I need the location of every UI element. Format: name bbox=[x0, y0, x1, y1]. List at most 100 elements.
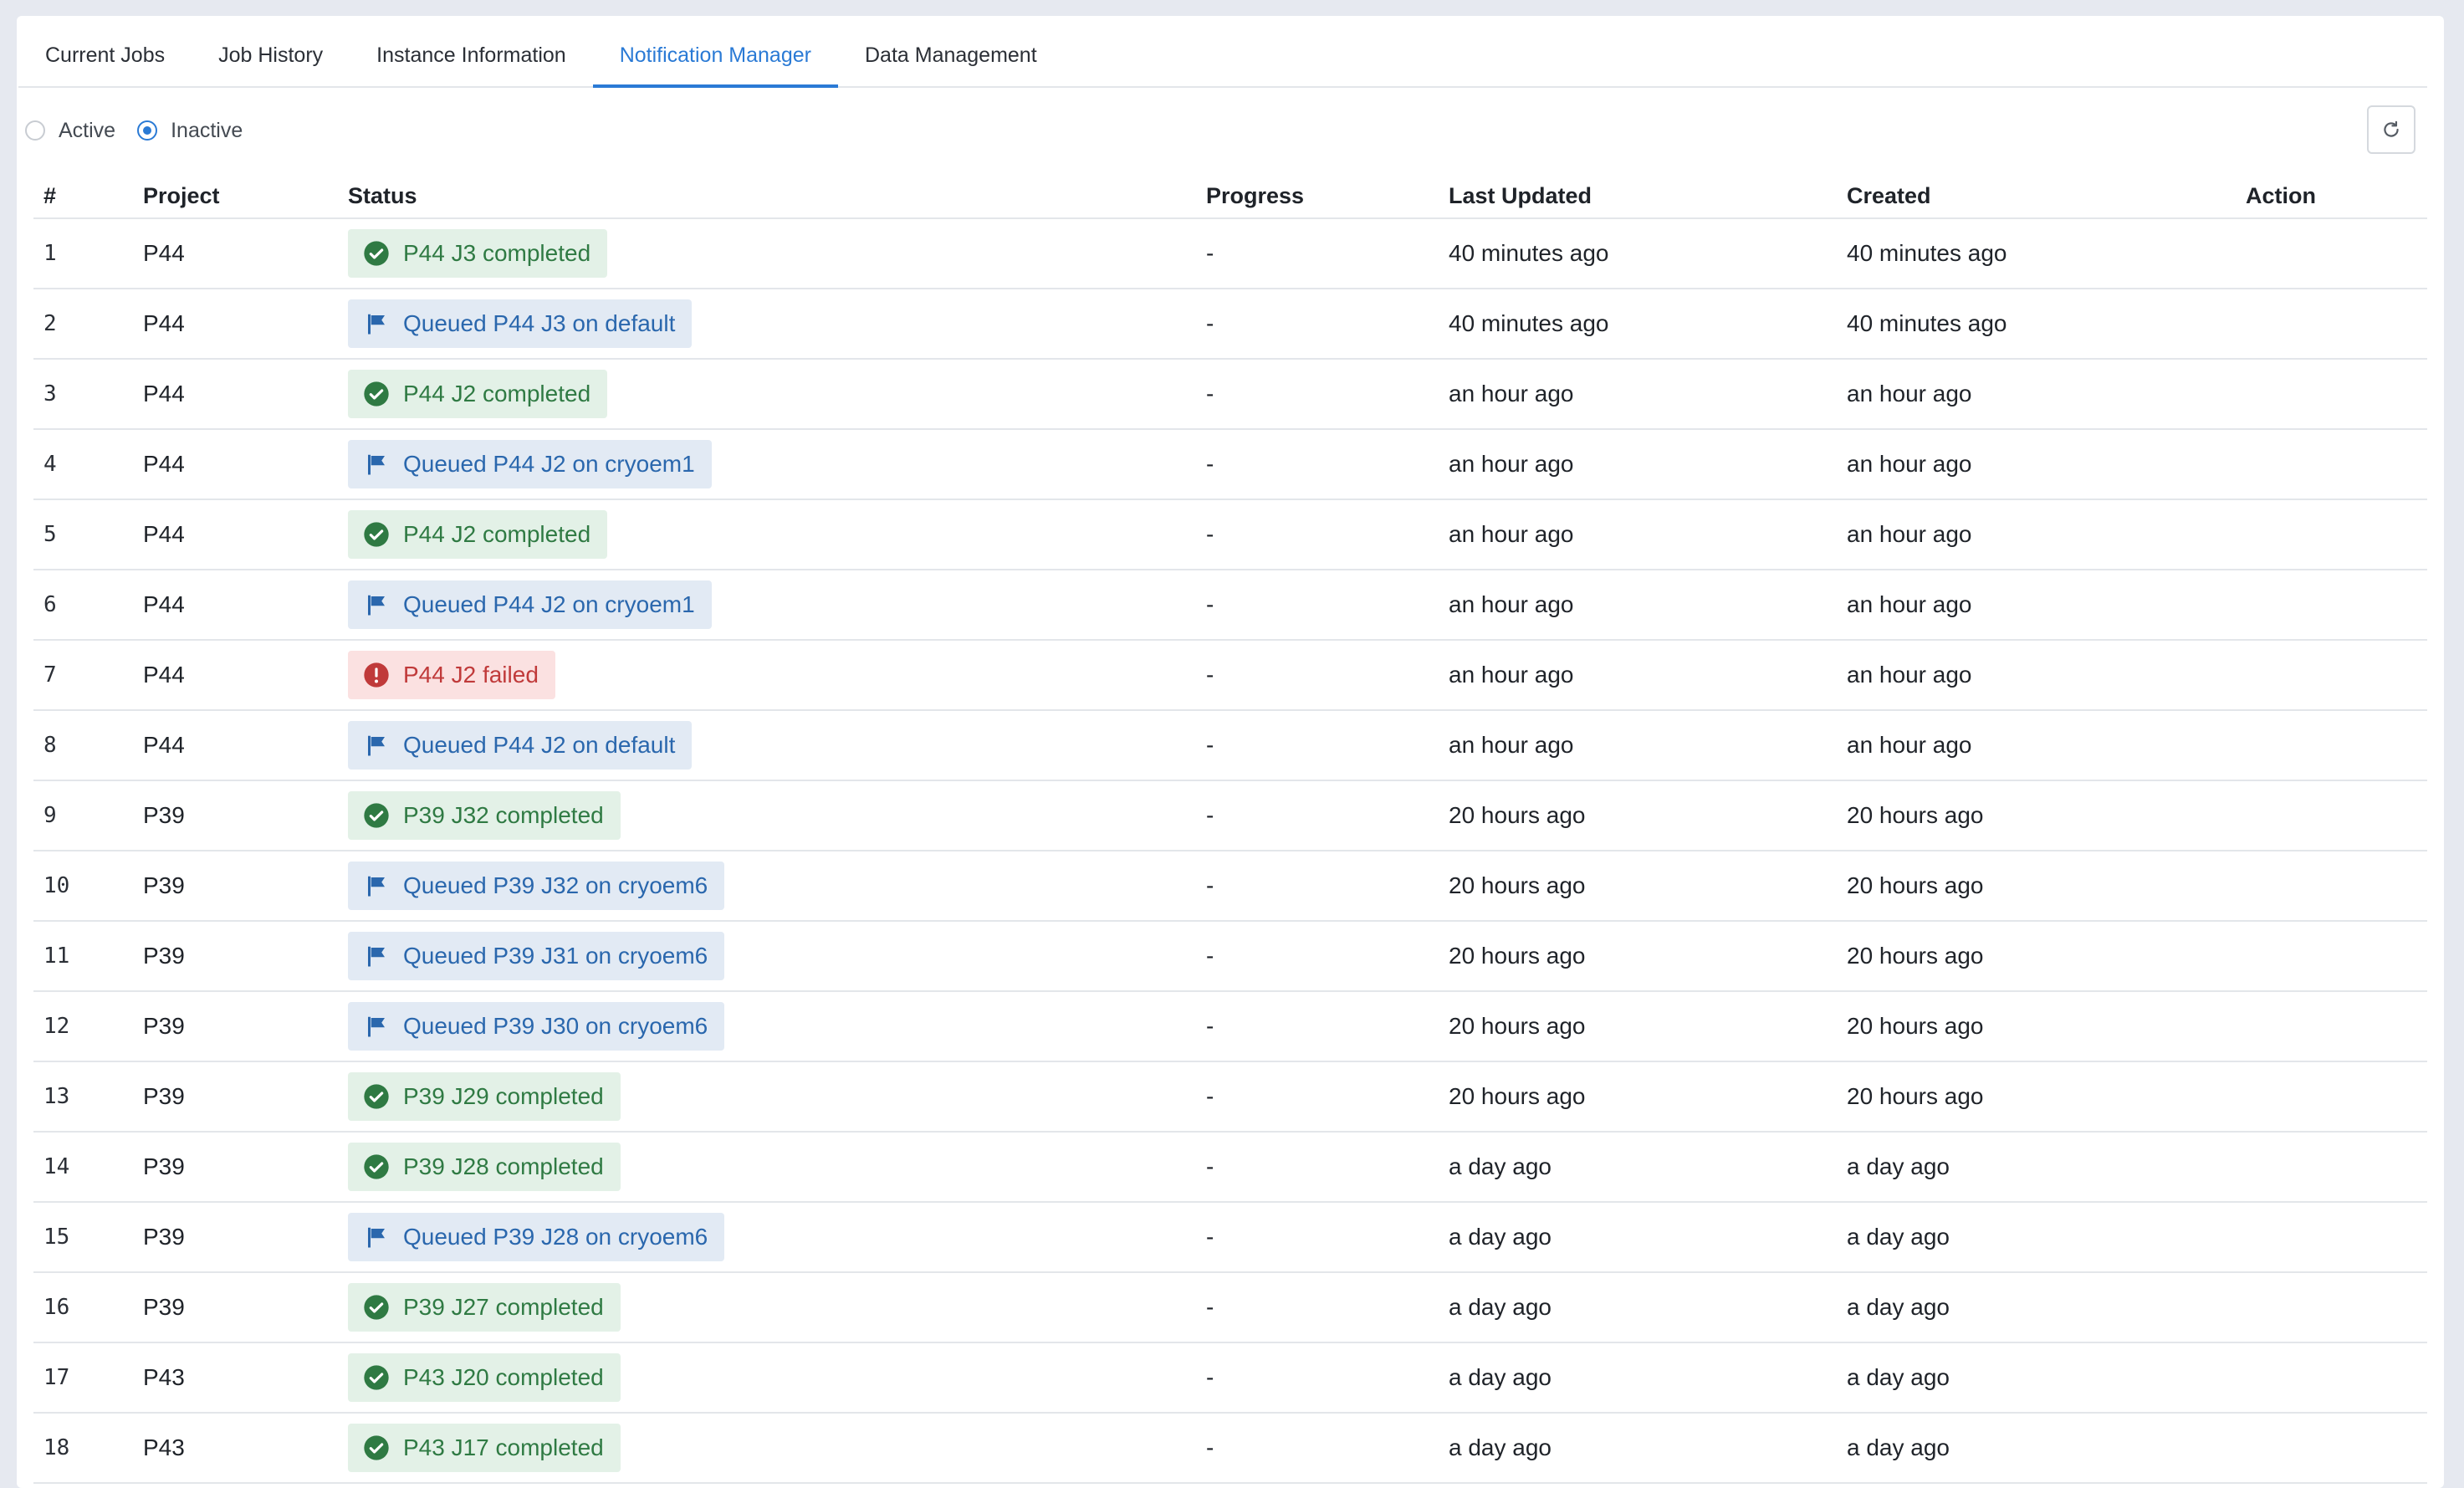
status-text: Queued P44 J2 on default bbox=[403, 732, 676, 758]
status-badge: Queued P44 J2 on cryoem1 bbox=[348, 440, 712, 488]
row-last-updated: 20 hours ago bbox=[1449, 943, 1586, 969]
status-text: P44 J2 completed bbox=[403, 521, 591, 547]
row-progress: - bbox=[1206, 1083, 1214, 1109]
row-status: Queued P39 J28 on cryoem6 bbox=[348, 1203, 725, 1271]
row-status: Queued P44 J2 on default bbox=[348, 711, 693, 780]
row-project: P39 bbox=[143, 802, 185, 828]
row-created: 20 hours ago bbox=[1847, 943, 1984, 969]
row-progress: - bbox=[1206, 1153, 1214, 1179]
flag-icon bbox=[363, 872, 390, 899]
tab-job-history[interactable]: Job History bbox=[192, 25, 350, 86]
status-badge: P44 J2 completed bbox=[348, 370, 608, 418]
row-project: P43 bbox=[143, 1434, 185, 1460]
row-progress: - bbox=[1206, 872, 1214, 898]
table-row: 12 P39 Queued P39 J30 on cryoem6 - 20 hours … bbox=[33, 992, 2427, 1062]
row-last-updated: a day ago bbox=[1449, 1364, 1552, 1390]
row-project: P44 bbox=[143, 381, 185, 407]
row-status: P44 J2 completed bbox=[348, 360, 608, 428]
flag-icon bbox=[363, 943, 390, 969]
refresh-button[interactable] bbox=[2367, 105, 2415, 154]
tab-current-jobs[interactable]: Current Jobs bbox=[18, 25, 192, 86]
status-badge: P43 J20 completed bbox=[348, 1353, 621, 1402]
radio-inactive[interactable]: Inactive bbox=[137, 119, 243, 143]
radio-active[interactable]: Active bbox=[25, 119, 115, 143]
row-project: P44 bbox=[143, 310, 185, 336]
row-progress: - bbox=[1206, 732, 1214, 758]
table-row: 11 P39 Queued P39 J31 on cryoem6 - 20 hours … bbox=[33, 922, 2427, 992]
row-progress: - bbox=[1206, 802, 1214, 828]
row-project: P39 bbox=[143, 872, 185, 898]
row-last-updated: a day ago bbox=[1449, 1434, 1552, 1460]
row-number: 8 bbox=[43, 733, 57, 758]
status-badge: P39 J32 completed bbox=[348, 791, 621, 840]
row-created: an hour ago bbox=[1847, 451, 1972, 477]
row-created: a day ago bbox=[1847, 1224, 1950, 1250]
row-status: P43 J17 completed bbox=[348, 1414, 621, 1482]
col-header-action: Action bbox=[2246, 182, 2316, 208]
tab-data-management[interactable]: Data Management bbox=[838, 25, 1064, 86]
flag-icon bbox=[363, 310, 390, 337]
status-text: P43 J20 completed bbox=[403, 1364, 604, 1390]
row-project: P44 bbox=[143, 662, 185, 688]
row-last-updated: an hour ago bbox=[1449, 451, 1574, 477]
row-project: P43 bbox=[143, 1364, 185, 1390]
status-badge: P39 J28 completed bbox=[348, 1143, 621, 1191]
row-progress: - bbox=[1206, 662, 1214, 688]
row-status: P39 J29 completed bbox=[348, 1062, 621, 1131]
status-text: P39 J28 completed bbox=[403, 1153, 604, 1179]
row-progress: - bbox=[1206, 381, 1214, 407]
row-project: P44 bbox=[143, 451, 185, 477]
status-text: P44 J2 completed bbox=[403, 381, 591, 407]
check-circle-icon bbox=[363, 1364, 390, 1391]
row-number: 12 bbox=[43, 1014, 70, 1039]
table-row: 2 P44 Queued P44 J3 on default - 40 minutes … bbox=[33, 289, 2427, 360]
flag-icon bbox=[363, 1013, 390, 1040]
status-badge: Queued P44 J2 on default bbox=[348, 721, 693, 770]
row-last-updated: an hour ago bbox=[1449, 662, 1574, 688]
row-last-updated: 20 hours ago bbox=[1449, 1013, 1586, 1039]
status-text: Queued P39 J28 on cryoem6 bbox=[403, 1224, 708, 1250]
row-progress: - bbox=[1206, 591, 1214, 617]
check-circle-icon bbox=[363, 1083, 390, 1110]
status-badge: P44 J2 completed bbox=[348, 510, 608, 559]
flag-icon bbox=[363, 591, 390, 618]
table-row: 7 P44 P44 J2 failed - an hour ago an hour ago bbox=[33, 641, 2427, 711]
check-circle-icon bbox=[363, 240, 390, 267]
table-header: # Project Status Progress Last Updated C… bbox=[33, 174, 2427, 219]
row-progress: - bbox=[1206, 240, 1214, 266]
radio-active-label: Active bbox=[59, 118, 116, 142]
radio-inactive-dot[interactable] bbox=[137, 120, 158, 141]
status-badge: P44 J3 completed bbox=[348, 229, 608, 278]
row-created: 20 hours ago bbox=[1847, 872, 1984, 898]
notifications-table: # Project Status Progress Last Updated C… bbox=[33, 174, 2427, 1484]
row-last-updated: an hour ago bbox=[1449, 381, 1574, 407]
table-row: 10 P39 Queued P39 J32 on cryoem6 - 20 hours … bbox=[33, 851, 2427, 922]
radio-active-dot[interactable] bbox=[25, 120, 45, 141]
row-project: P44 bbox=[143, 591, 185, 617]
tab-notification-manager[interactable]: Notification Manager bbox=[592, 25, 839, 88]
row-number: 10 bbox=[43, 873, 70, 898]
row-number: 15 bbox=[43, 1225, 70, 1250]
table-row: 17 P43 P43 J20 completed - a day ago a day ag… bbox=[33, 1343, 2427, 1414]
col-header-progress: Progress bbox=[1206, 182, 1305, 208]
row-number: 3 bbox=[43, 381, 57, 407]
row-status: Queued P39 J31 on cryoem6 bbox=[348, 922, 725, 990]
row-created: a day ago bbox=[1847, 1294, 1950, 1320]
table-row: 6 P44 Queued P44 J2 on cryoem1 - an hour ago… bbox=[33, 570, 2427, 641]
status-badge: P39 J29 completed bbox=[348, 1072, 621, 1121]
refresh-icon bbox=[2384, 120, 2399, 137]
row-status: P39 J28 completed bbox=[348, 1133, 621, 1201]
col-header-last-updated: Last Updated bbox=[1449, 182, 1592, 208]
row-project: P44 bbox=[143, 732, 185, 758]
check-circle-icon bbox=[363, 521, 390, 548]
row-project: P39 bbox=[143, 1013, 185, 1039]
table-row: 16 P39 P39 J27 completed - a day ago a day ag… bbox=[33, 1273, 2427, 1343]
row-number: 18 bbox=[43, 1435, 70, 1460]
tab-instance-information[interactable]: Instance Information bbox=[350, 25, 593, 86]
status-filter: Active Inactive bbox=[25, 110, 264, 151]
row-last-updated: 40 minutes ago bbox=[1449, 310, 1609, 336]
table-row: 9 P39 P39 J32 completed - 20 hours ago 20 hou… bbox=[33, 781, 2427, 851]
status-text: P39 J27 completed bbox=[403, 1294, 604, 1320]
check-circle-icon bbox=[363, 381, 390, 407]
row-last-updated: 20 hours ago bbox=[1449, 1083, 1586, 1109]
